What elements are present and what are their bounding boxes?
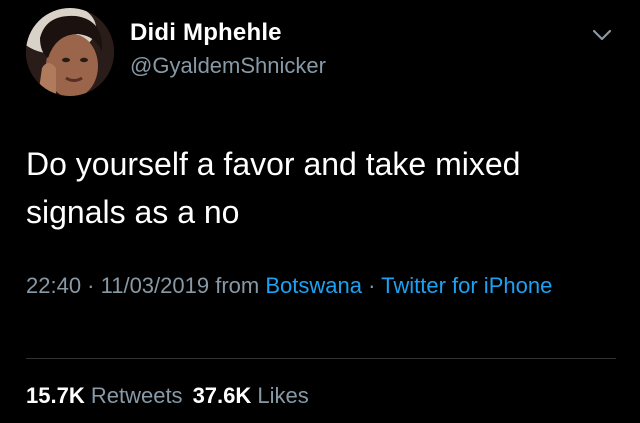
likes-count: 37.6K — [192, 383, 252, 408]
retweets-label: Retweets — [90, 383, 183, 408]
tweet-card: Didi Mphehle @GyaldemShnicker Do yoursel… — [0, 0, 640, 423]
avatar-image — [26, 8, 114, 96]
avatar[interactable] — [26, 8, 114, 96]
location-link[interactable]: Botswana — [265, 273, 362, 298]
user-name[interactable]: Didi Mphehle — [130, 19, 282, 47]
meta-separator: · — [81, 273, 101, 298]
chevron-down-icon[interactable] — [591, 27, 613, 43]
meta-separator: · — [361, 273, 382, 298]
user-handle[interactable]: @GyaldemShnicker — [130, 53, 326, 79]
likes-link[interactable]: 37.6K Likes — [193, 383, 309, 408]
tweet-date: 11/03/2019 — [100, 273, 210, 298]
tweet-text: Do yourself a favor and take mixed signa… — [26, 146, 521, 230]
tweet-meta: 22:40 · 11/03/2019 from Botswana · Twitt… — [26, 268, 616, 303]
retweets-count: 15.7K — [26, 383, 85, 408]
source-link[interactable]: Twitter for iPhone — [381, 273, 552, 298]
divider — [26, 358, 616, 359]
tweet-time: 22:40 — [26, 273, 82, 298]
likes-label: Likes — [257, 383, 309, 408]
retweets-link[interactable]: 15.7K Retweets — [26, 383, 183, 408]
tweet-stats: 15.7K Retweets 37.6K Likes — [26, 383, 309, 409]
from-label: from — [209, 273, 266, 298]
